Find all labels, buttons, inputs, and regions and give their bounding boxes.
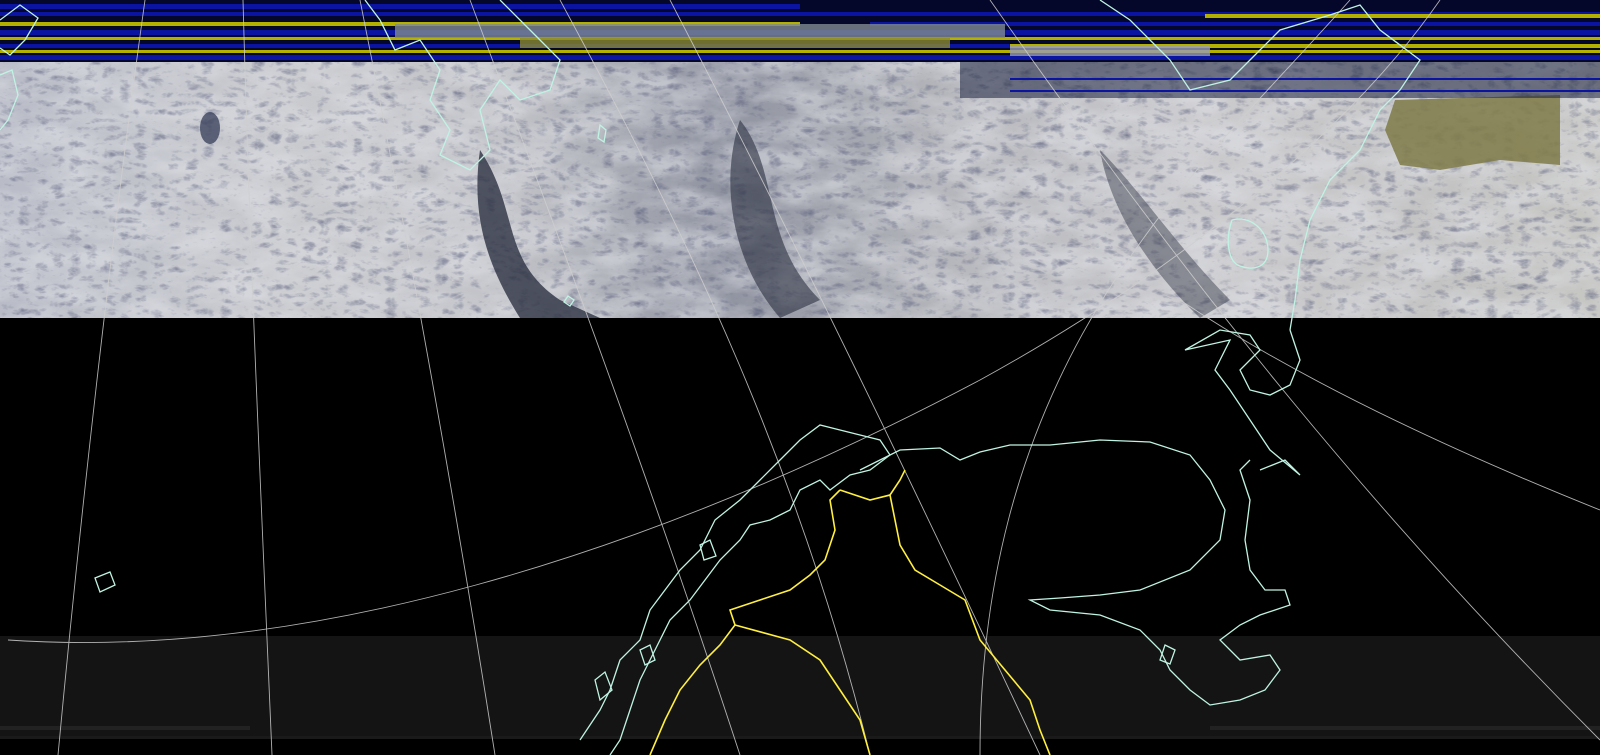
dark-spot: [200, 112, 220, 144]
olive-land-patch: [1385, 95, 1560, 170]
lower-noise-band: [0, 636, 1600, 736]
satellite-map: [0, 0, 1600, 755]
satellite-imagery: [0, 62, 1600, 318]
